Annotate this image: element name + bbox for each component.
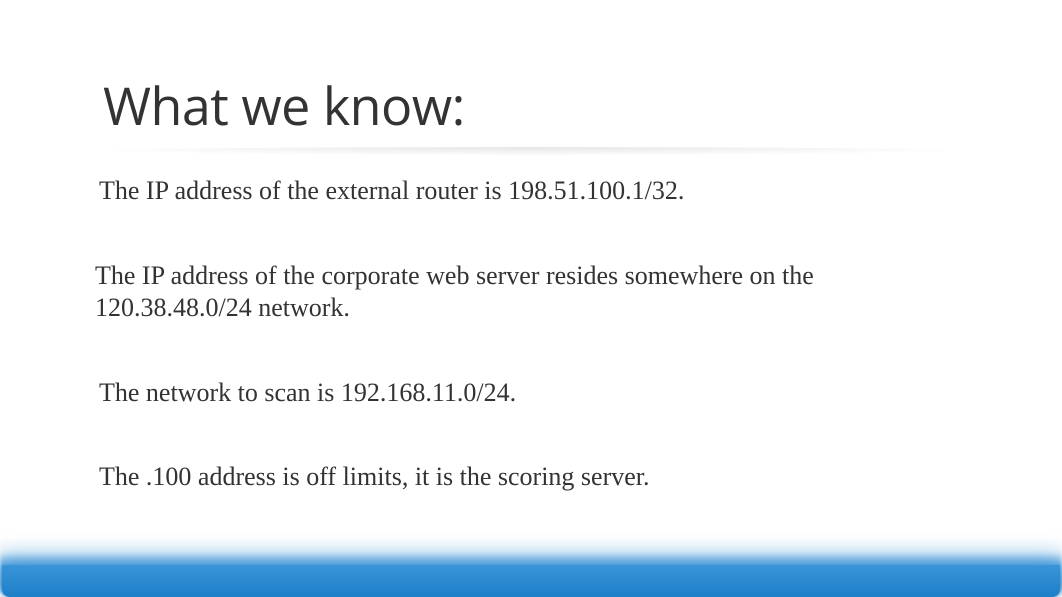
heading-underline bbox=[98, 147, 964, 155]
slide-heading: What we know: bbox=[0, 0, 1062, 141]
slide-container: What we know: The IP address of the exte… bbox=[0, 0, 1062, 597]
paragraph-scan-network: The network to scan is 192.168.11.0/24. bbox=[95, 377, 967, 410]
paragraph-webserver-network: The IP address of the corporate web serv… bbox=[95, 260, 967, 325]
paragraph-router-ip: The IP address of the external router is… bbox=[95, 175, 967, 208]
slide-content: The IP address of the external router is… bbox=[0, 155, 1062, 494]
paragraph-offlimits-address: The .100 address is off limits, it is th… bbox=[95, 461, 967, 494]
bottom-decorative-bar bbox=[2, 565, 1060, 597]
